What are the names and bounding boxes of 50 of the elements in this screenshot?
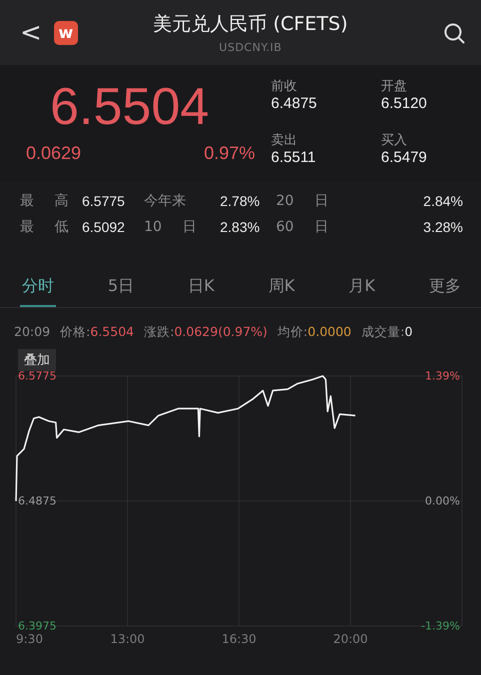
stat-value: 6.5092 [82,219,126,235]
price-change: 0.0629 [26,143,82,164]
chart-tab[interactable]: 日K [186,270,216,307]
stat-label: 今年来 [144,192,187,210]
stat-label: 最 高 [20,192,70,210]
axis-label: -1.39% [421,620,460,632]
stat-label: 10 日 [144,218,198,236]
chart-tab[interactable]: 5日 [106,270,136,307]
current-price: 6.5504 [50,77,210,137]
percent-change: 0.97% [204,143,255,164]
field-label: 前收 [271,78,298,95]
axis-label: 0.00% [425,494,460,508]
stat-label: 最 低 [20,218,70,236]
page-title: 美元兑人民币 (CFETS) [153,12,348,37]
field-value: 6.5511 [271,148,317,166]
field-label: 开盘 [381,78,408,95]
info-item: 涨跌:0.0629(0.97%) [144,324,268,341]
axis-label: 1.39% [425,370,460,382]
chart-tab[interactable]: 周K [266,270,297,307]
axis-label: 6.4875 [18,494,56,508]
stat-label: 20 日 [276,192,330,210]
time-label: 20:09 [14,324,50,341]
field-label: 卖出 [271,132,298,148]
info-item: 均价:0.0000 [277,324,352,341]
stat-label: 60 日 [276,218,330,236]
field-value: 6.5479 [381,148,428,166]
axis-label: 6.3975 [18,620,56,632]
chart-tab[interactable]: 更多 [426,270,463,307]
stat-value: 3.28% [422,219,463,235]
chart-tab[interactable]: 月K [346,270,378,307]
field-value: 6.5120 [381,95,428,112]
search-icon[interactable] [443,22,465,44]
stat-value: 2.84% [422,193,463,209]
axis-label: 13:00 [110,632,145,646]
axis-label: 16:30 [222,632,256,646]
axis-label: 6.5775 [18,370,56,382]
stat-value: 2.83% [220,219,261,235]
info-item: 价格:6.5504 [60,324,134,341]
stat-value: 6.5775 [82,193,126,209]
stat-value: 2.78% [220,193,261,209]
field-label: 买入 [381,132,408,148]
chart-tab[interactable]: 分时 [20,270,56,307]
overlay-button[interactable]: 叠加 [18,349,56,371]
app-logo: w [54,20,78,44]
symbol-code: USDCNY.IB [219,41,282,54]
axis-label: 20:00 [333,632,368,646]
back-button[interactable]: < [16,18,46,48]
field-value: 6.4875 [271,95,318,112]
info-item: 成交量:0 [361,324,413,341]
axis-label: 9:30 [16,632,43,646]
